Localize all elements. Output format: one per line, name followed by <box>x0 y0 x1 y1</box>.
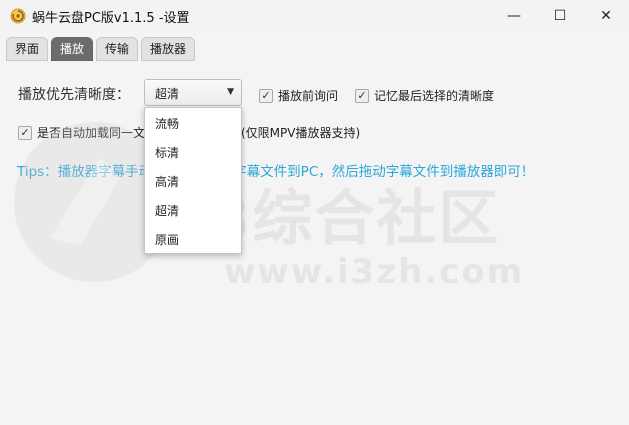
dropdown-option[interactable]: 流畅 <box>155 114 179 134</box>
playback-settings-panel: 播放优先清晰度： 超清 ▼ ✓ 播放前询问 ✓ 记忆最后选择的清晰度 ✓ 是否自… <box>0 62 629 425</box>
checkmark-icon[interactable]: ✓ <box>18 125 32 140</box>
close-button[interactable]: ✕ <box>583 0 629 32</box>
resolution-label: 播放优先清晰度： <box>18 87 130 103</box>
snail-app-icon <box>10 8 26 24</box>
tab-playback[interactable]: 播放 <box>51 37 94 61</box>
maximize-button[interactable]: ☐ <box>537 0 583 32</box>
ask-before-play-checkbox[interactable]: ✓ 播放前询问 <box>259 87 338 104</box>
chevron-down-icon: ▼ <box>227 87 234 97</box>
resolution-selected-value: 超清 <box>155 87 180 101</box>
close-icon: ✕ <box>600 8 612 24</box>
maximize-icon: ☐ <box>553 8 567 24</box>
tips-text: Tips：播放器字幕手动添加请先下载字幕文件到PC，然后拖动字幕文件到播放器即可… <box>17 164 535 180</box>
dropdown-option[interactable]: 超清 <box>155 201 179 221</box>
tab-player[interactable]: 播放器 <box>141 37 196 61</box>
minimize-button[interactable]: — <box>491 0 537 32</box>
remember-resolution-checkbox[interactable]: ✓ 记忆最后选择的清晰度 <box>355 87 494 104</box>
dropdown-option[interactable]: 高清 <box>155 172 179 192</box>
checkmark-icon[interactable]: ✓ <box>355 88 369 103</box>
tab-transfer[interactable]: 传输 <box>96 37 139 61</box>
dropdown-option[interactable]: 标清 <box>155 143 179 163</box>
window-title: 蜗牛云盘PC版v1.1.5 -设置 <box>32 11 190 26</box>
dropdown-option[interactable]: 原画 <box>155 230 179 250</box>
resolution-dropdown-list: 流畅 标清 高清 超清 原画 <box>144 107 242 254</box>
title-bar[interactable]: 蜗牛云盘PC版v1.1.5 -设置 — ☐ ✕ <box>0 0 629 32</box>
minimize-icon: — <box>507 8 521 24</box>
settings-tabs: 界面 播放 传输 播放器 <box>6 37 196 61</box>
resolution-select[interactable]: 超清 ▼ <box>144 79 242 106</box>
tab-interface[interactable]: 界面 <box>6 37 49 61</box>
remember-resolution-label: 记忆最后选择的清晰度 <box>374 89 495 103</box>
settings-window: 蜗牛云盘PC版v1.1.5 -设置 — ☐ ✕ 界面 播放 传输 播放器 播放优… <box>0 0 629 425</box>
ask-before-play-label: 播放前询问 <box>278 89 339 103</box>
checkmark-icon[interactable]: ✓ <box>259 88 273 103</box>
